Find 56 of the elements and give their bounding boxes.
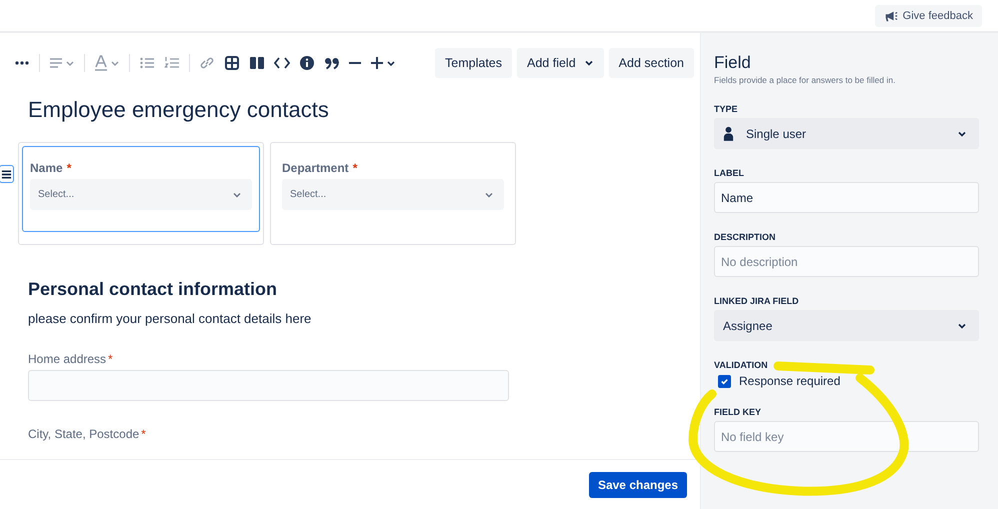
- menu-icon: [1, 168, 12, 180]
- person-icon: [723, 126, 734, 141]
- checkbox-label: Response required: [739, 374, 840, 388]
- field-key-label: FIELD KEY: [714, 407, 762, 417]
- required-mark: *: [108, 352, 113, 366]
- panel-title: Field: [714, 53, 752, 73]
- description-label: DESCRIPTION: [714, 232, 777, 242]
- text-color-icon: [94, 55, 120, 71]
- section-heading: Personal contact information: [28, 279, 278, 300]
- field-label: City, State, Postcode *: [28, 427, 147, 441]
- required-mark: *: [66, 161, 72, 175]
- toolbar-button[interactable]: Templates: [435, 48, 512, 78]
- code-icon: [274, 55, 290, 71]
- section-description: please confirm your personal contact details here: [28, 311, 312, 326]
- select-field[interactable]: Select...: [282, 179, 504, 210]
- info-icon: [299, 55, 315, 71]
- toolbar-button[interactable]: Add section: [608, 48, 694, 78]
- quote-icon: [324, 55, 340, 71]
- give-feedback-button[interactable]: Give feedback: [874, 4, 982, 26]
- description-input[interactable]: No description: [714, 246, 979, 277]
- info-tool[interactable]: [299, 55, 315, 71]
- table-icon: [224, 55, 240, 71]
- plus-icon: [370, 55, 396, 71]
- quote-tool[interactable]: [324, 55, 340, 71]
- code-tool[interactable]: [274, 55, 290, 71]
- layout-tool[interactable]: [249, 55, 265, 71]
- required-mark: *: [352, 161, 358, 175]
- field-key-input[interactable]: No field key: [714, 421, 979, 452]
- linked-field-select[interactable]: Assignee: [714, 310, 979, 341]
- label-input[interactable]: Name: [714, 182, 979, 213]
- panel-subtitle: Fields provide a place for answers to be filled in.: [714, 75, 896, 85]
- type-select[interactable]: Single user: [714, 118, 979, 149]
- field-label: Home address *: [28, 352, 114, 366]
- align-icon: [49, 55, 75, 71]
- link-icon: [199, 55, 215, 71]
- checkbox[interactable]: [718, 374, 731, 388]
- field-label: Department *: [282, 161, 358, 175]
- columns-icon: [249, 55, 265, 71]
- divider-icon: [349, 62, 361, 64]
- validation-label: VALIDATION: [714, 360, 769, 370]
- required-mark: *: [141, 427, 146, 441]
- bullet-list-icon: [139, 55, 155, 71]
- field-card[interactable]: Department * Select...: [270, 142, 516, 245]
- insert-tool[interactable]: [370, 55, 396, 71]
- linked-field-label: LINKED JIRA FIELD: [714, 296, 800, 306]
- input-field[interactable]: [28, 370, 509, 401]
- type-label: TYPE: [714, 104, 739, 114]
- table-tool[interactable]: [224, 55, 240, 71]
- select-field[interactable]: Select...: [30, 179, 252, 210]
- save-changes-button[interactable]: Save changes: [588, 472, 687, 498]
- toolbar-button[interactable]: Add field: [517, 48, 604, 78]
- drag-handle[interactable]: [0, 165, 14, 183]
- check-icon: [720, 376, 729, 386]
- field-label: Name *: [30, 161, 72, 175]
- label-label: LABEL: [714, 168, 745, 178]
- form-title: Employee emergency contacts: [28, 97, 330, 123]
